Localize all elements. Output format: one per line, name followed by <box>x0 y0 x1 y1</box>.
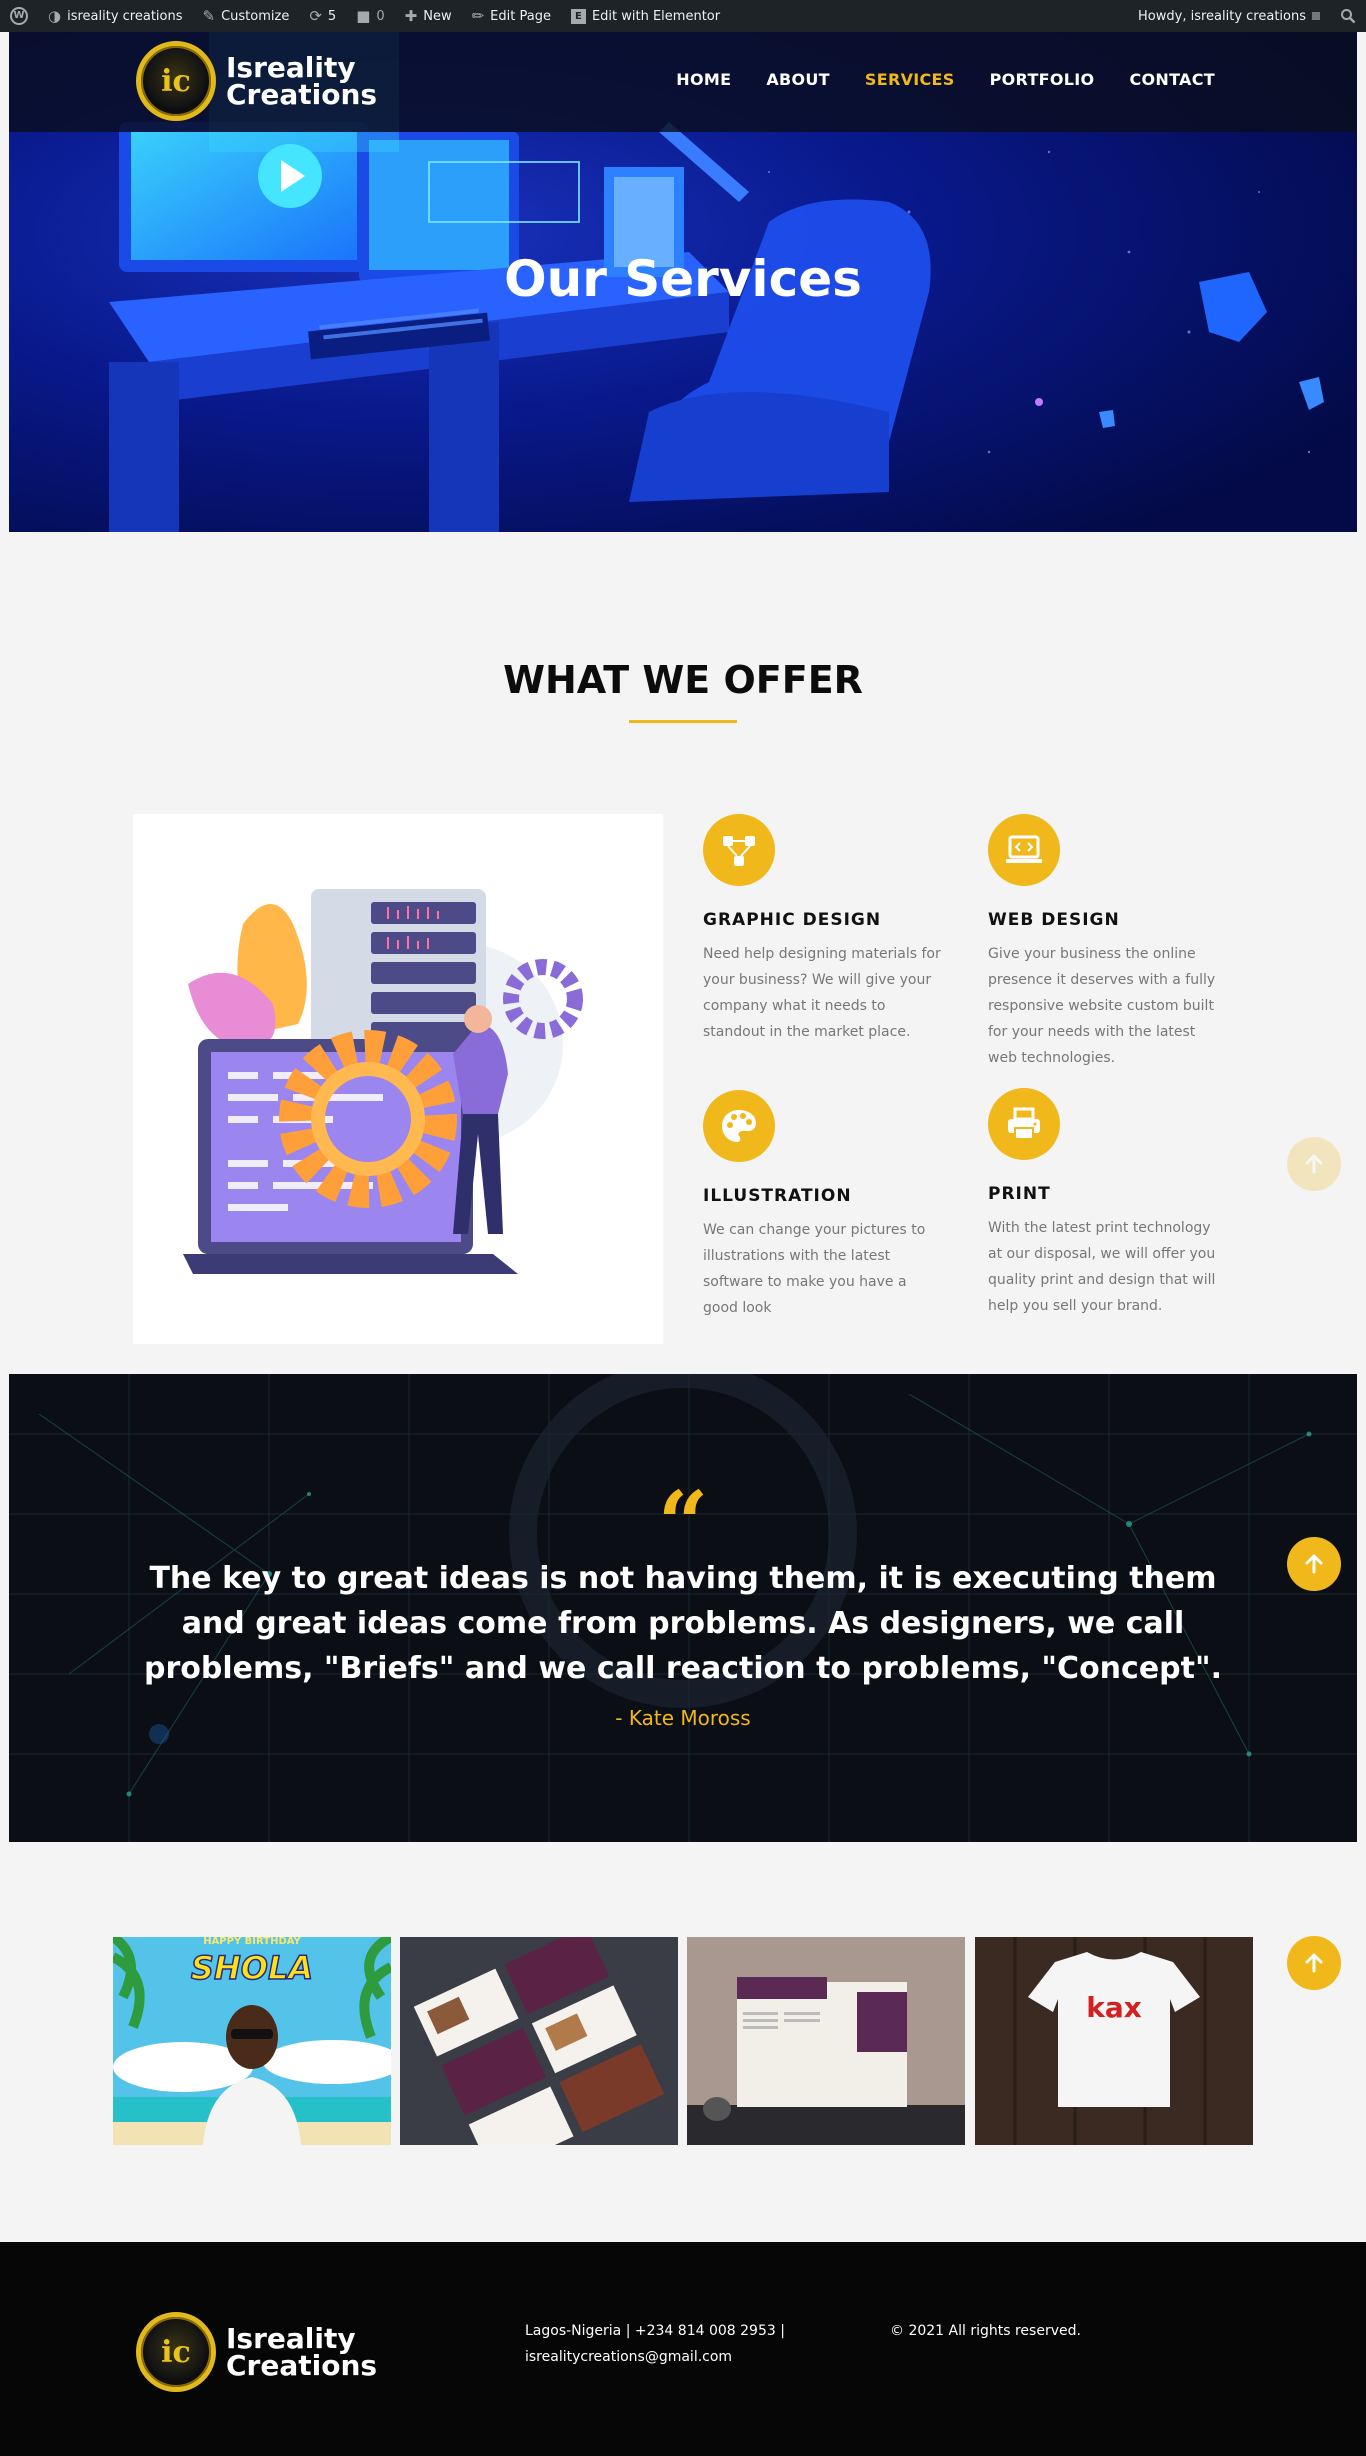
quote-author: - Kate Moross <box>615 1706 751 1730</box>
scroll-to-top-button-faded[interactable] <box>1287 1137 1341 1191</box>
updates-count: 5 <box>327 8 337 24</box>
refresh-icon: ⟳ <box>309 7 322 25</box>
admin-customize[interactable]: ✎ Customize <box>193 0 300 32</box>
edit-page-label: Edit Page <box>490 8 551 24</box>
service-description: We can change your pictures to illustrat… <box>703 1222 926 1316</box>
service-title: PRINT <box>988 1184 1051 1204</box>
nav-services[interactable]: SERVICES <box>865 70 955 89</box>
palette-icon <box>703 1090 775 1162</box>
customize-label: Customize <box>221 8 290 24</box>
quote-text: The key to great ideas is not having the… <box>143 1561 1223 1686</box>
arrow-up-icon <box>1305 1554 1323 1574</box>
service-illustration: ILLUSTRATION We can change your pictures… <box>703 1090 943 1321</box>
quote-section: “ The key to great ideas is not having t… <box>9 1374 1357 1842</box>
service-description: With the latest print technology at our … <box>988 1220 1216 1314</box>
edit-elementor-label: Edit with Elementor <box>591 8 721 24</box>
laptop-code-icon <box>988 814 1060 886</box>
site-logo[interactable]: ic Isreality Creations <box>136 41 377 121</box>
site-footer: ic Isreality Creations Lagos-Nigeria | +… <box>0 2242 1366 2456</box>
admin-updates[interactable]: ⟳ 5 <box>299 0 346 32</box>
logo-mark: ic <box>136 41 216 121</box>
nav-about[interactable]: ABOUT <box>766 70 830 89</box>
new-label: New <box>423 8 452 24</box>
portfolio-item-magazine[interactable] <box>687 1937 965 2145</box>
dashboard-icon: ◑ <box>48 7 62 25</box>
logo-line1: Isreality <box>226 51 356 84</box>
comment-icon: ■ <box>356 7 371 25</box>
main-nav: HOME ABOUT SERVICES PORTFOLIO CONTACT <box>676 70 1215 89</box>
flyer-headline: HAPPY BIRTHDAY <box>203 1937 301 1947</box>
service-graphic-design: GRAPHIC DESIGN Need help designing mater… <box>703 814 943 1045</box>
howdy-label: Howdy, isreality creations <box>1138 8 1306 24</box>
wordpress-logo-icon[interactable]: W <box>0 0 38 32</box>
nav-portfolio[interactable]: PORTFOLIO <box>990 70 1095 89</box>
admin-new[interactable]: ✚ New <box>395 0 462 32</box>
title-underline <box>629 720 737 723</box>
logo-wordmark: Isreality Creations <box>226 51 378 111</box>
admin-site-name[interactable]: ◑ isreality creations <box>38 0 193 32</box>
hero-section: ic Isreality Creations HOME ABOUT SERVIC… <box>9 32 1357 532</box>
scroll-to-top-button-2[interactable] <box>1287 1936 1341 1990</box>
logo-line1: Isreality <box>226 2322 356 2355</box>
service-title: GRAPHIC DESIGN <box>703 910 882 930</box>
service-print: PRINT With the latest print technology a… <box>988 1088 1228 1319</box>
admin-edit-page[interactable]: ✏ Edit Page <box>462 0 561 32</box>
services-illustration <box>133 814 663 1344</box>
footer-address-phone: Lagos-Nigeria | +234 814 008 2953 | <box>525 2323 785 2339</box>
portfolio-item-birthday-flyer[interactable]: HAPPY BIRTHDAY SHOLA <box>113 1937 391 2145</box>
flyer-title: SHOLA <box>191 1949 313 1987</box>
logo-line2: Creations <box>226 2349 378 2382</box>
arrow-up-icon <box>1305 1154 1323 1174</box>
service-title: WEB DESIGN <box>988 910 1120 930</box>
logo-wordmark: Isreality Creations <box>226 2322 378 2382</box>
site-header: ic Isreality Creations HOME ABOUT SERVIC… <box>9 32 1357 132</box>
page-title: Our Services <box>504 250 862 308</box>
scroll-to-top-button[interactable] <box>1287 1537 1341 1591</box>
portfolio-item-brochure[interactable] <box>400 1937 678 2145</box>
admin-edit-elementor[interactable]: E Edit with Elementor <box>561 0 730 32</box>
service-title: ILLUSTRATION <box>703 1186 852 1206</box>
logo-mark: ic <box>136 2312 216 2392</box>
admin-bar: W ◑ isreality creations ✎ Customize ⟳ 5 ■ 0 … <box>0 0 1366 32</box>
quote-mark-icon: “ <box>657 1471 709 1575</box>
service-web-design: WEB DESIGN Give your business the online… <box>988 814 1228 1071</box>
footer-copyright: © 2021 All rights reserved. <box>890 2323 1081 2339</box>
service-description: Need help designing materials for your b… <box>703 946 941 1040</box>
admin-comments[interactable]: ■ 0 <box>346 0 394 32</box>
section-title-offer: WHAT WE OFFER <box>503 658 863 702</box>
service-description: Give your business the online presence i… <box>988 946 1216 1066</box>
comments-count: 0 <box>376 8 385 24</box>
portfolio-item-tshirt[interactable]: kax <box>975 1937 1253 2145</box>
footer-email[interactable]: isrealitycreations@gmail.com <box>525 2344 805 2370</box>
admin-account[interactable]: Howdy, isreality creations <box>1128 0 1330 32</box>
tshirt-brand: kax <box>1086 1991 1142 2024</box>
footer-contact: Lagos-Nigeria | +234 814 008 2953 | isre… <box>525 2318 805 2370</box>
nav-contact[interactable]: CONTACT <box>1129 70 1215 89</box>
network-icon <box>703 814 775 886</box>
printer-icon <box>988 1088 1060 1160</box>
logo-line2: Creations <box>226 78 378 111</box>
brush-icon: ✎ <box>202 7 216 25</box>
nav-home[interactable]: HOME <box>676 70 731 89</box>
plus-icon: ✚ <box>404 7 418 25</box>
arrow-up-icon <box>1305 1953 1323 1973</box>
site-name-label: isreality creations <box>67 8 183 24</box>
avatar <box>1312 12 1320 20</box>
admin-search-icon[interactable] <box>1330 0 1366 32</box>
elementor-icon: E <box>570 8 586 24</box>
pencil-icon: ✏ <box>471 7 485 25</box>
footer-logo[interactable]: ic Isreality Creations <box>136 2312 377 2392</box>
